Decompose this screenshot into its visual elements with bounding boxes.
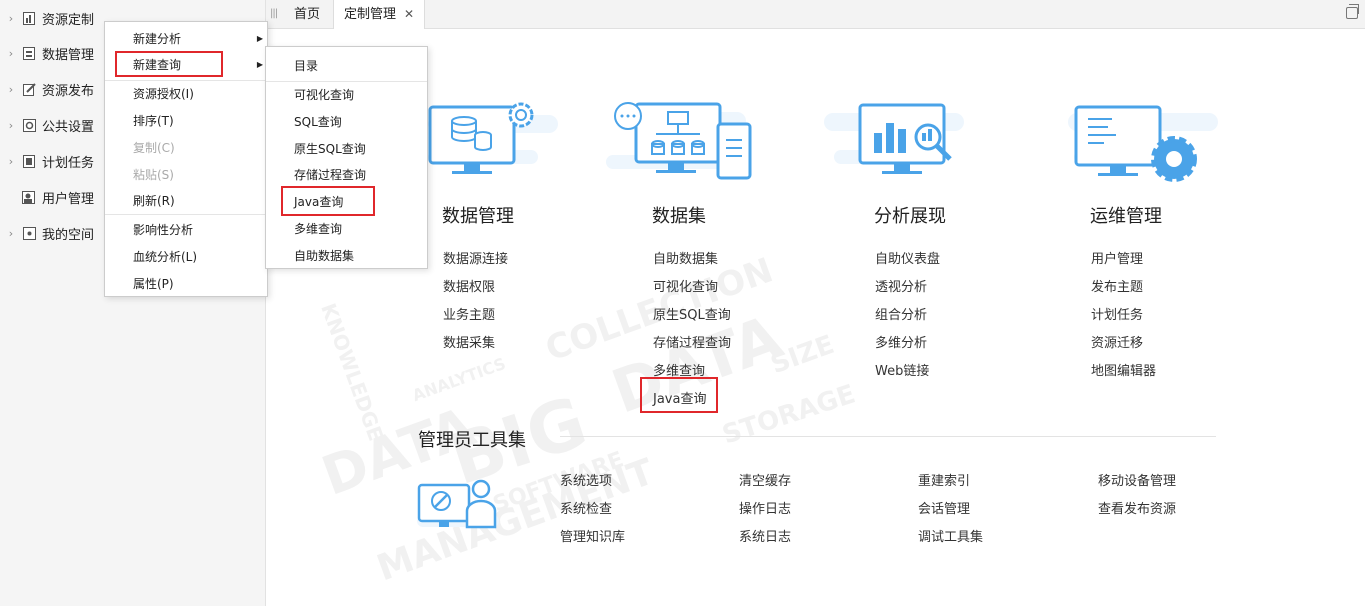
sidebar-item-label: 资源发布 (42, 83, 95, 99)
link-map-editor[interactable]: 地图编辑器 (1091, 360, 1156, 379)
background-watermark: DATA BIG DATA MANAGEMENT COLLECTION STOR… (313, 250, 860, 590)
section-divider (560, 436, 1216, 437)
sidebar-item-label: 计划任务 (42, 155, 95, 171)
tab-label: 定制管理 (344, 7, 397, 22)
card-title-dataset: 数据集 (652, 206, 706, 227)
chevron-right-icon: › (8, 82, 14, 96)
link-scheduled-task[interactable]: 计划任务 (1091, 304, 1143, 323)
submenu-arrow-icon: ▶ (256, 60, 263, 69)
menu-separator (105, 214, 267, 215)
analysis-display-illustration (824, 103, 964, 174)
highlight-box (281, 186, 375, 216)
submenu-item-self-service-dataset[interactable]: 自助数据集 (266, 243, 427, 270)
menu-item-sort[interactable]: 排序(T) (105, 108, 267, 135)
highlight-box (640, 377, 718, 413)
menu-item-label: 新建分析 (133, 32, 182, 46)
link-publish-theme[interactable]: 发布主题 (1091, 276, 1143, 295)
link-rebuild-index[interactable]: 重建索引 (918, 470, 970, 489)
link-session-management[interactable]: 会话管理 (918, 498, 970, 517)
task-icon (22, 154, 36, 168)
card-title-operations: 运维管理 (1090, 206, 1162, 227)
submenu-item-directory[interactable]: 目录 (266, 53, 427, 79)
report-icon (22, 11, 36, 25)
gear-icon (22, 118, 36, 132)
link-system-options[interactable]: 系统选项 (560, 470, 612, 489)
link-self-service-dataset[interactable]: 自助数据集 (653, 248, 718, 267)
tab-bar: ||| 首页 定制管理 ✕ (266, 0, 1365, 29)
link-mobile-device-management[interactable]: 移动设备管理 (1098, 470, 1176, 489)
admin-tools-illustration (417, 479, 499, 529)
link-native-sql-query[interactable]: 原生SQL查询 (653, 304, 731, 323)
restore-window-icon[interactable] (1346, 4, 1359, 19)
link-data-collection[interactable]: 数据采集 (443, 332, 495, 351)
tab-list-handle-icon[interactable]: ||| (270, 8, 278, 19)
menu-item-refresh[interactable]: 刷新(R) (105, 188, 267, 215)
chevron-right-icon: › (8, 46, 14, 60)
database-icon (22, 46, 36, 60)
menu-item-properties[interactable]: 属性(P) (105, 271, 267, 298)
link-visual-query[interactable]: 可视化查询 (653, 276, 718, 295)
chevron-right-icon: › (8, 11, 14, 25)
card-title-analysis-display: 分析展现 (874, 206, 946, 227)
menu-item-resource-authorization[interactable]: 资源授权(I) (105, 81, 267, 108)
admin-tools-title: 管理员工具集 (418, 430, 526, 451)
link-datasource-connection[interactable]: 数据源连接 (443, 248, 508, 267)
menu-item-copy[interactable]: 复制(C) (105, 135, 267, 162)
submenu-item-native-sql-query[interactable]: 原生SQL查询 (266, 136, 427, 163)
submenu-arrow-icon: ▶ (256, 34, 263, 43)
link-multidimensional-analysis[interactable]: 多维分析 (875, 332, 927, 351)
link-system-check[interactable]: 系统检查 (560, 498, 612, 517)
link-stored-procedure-query[interactable]: 存储过程查询 (653, 332, 731, 351)
menu-item-paste[interactable]: 粘贴(S) (105, 162, 267, 189)
link-debug-tools[interactable]: 调试工具集 (918, 526, 983, 545)
sidebar-item-label: 我的空间 (42, 227, 95, 243)
submenu-item-sql-query[interactable]: SQL查询 (266, 109, 427, 136)
link-pivot-analysis[interactable]: 透视分析 (875, 276, 927, 295)
link-data-permission[interactable]: 数据权限 (443, 276, 495, 295)
tab-custom-management[interactable]: 定制管理 ✕ (333, 0, 426, 29)
menu-item-new-analysis[interactable]: 新建分析 ▶ (105, 26, 267, 52)
chevron-right-icon: › (8, 226, 14, 240)
user-icon (22, 190, 36, 204)
sidebar-item-label: 公共设置 (42, 119, 95, 135)
dataset-illustration (606, 102, 752, 180)
highlight-box (115, 51, 223, 77)
submenu-item-multidimensional-query[interactable]: 多维查询 (266, 216, 427, 243)
link-clear-cache[interactable]: 清空缓存 (739, 470, 791, 489)
menu-item-lineage-analysis[interactable]: 血统分析(L) (105, 244, 267, 271)
card-title-data-management: 数据管理 (442, 206, 514, 227)
data-management-illustration (428, 102, 558, 174)
link-view-published-resources[interactable]: 查看发布资源 (1098, 498, 1176, 517)
sidebar-item-label: 资源定制 (42, 12, 95, 28)
tab-home[interactable]: 首页 (284, 0, 330, 29)
link-system-log[interactable]: 系统日志 (739, 526, 791, 545)
menu-item-impact-analysis[interactable]: 影响性分析 (105, 217, 267, 244)
sidebar-item-label: 用户管理 (42, 191, 95, 207)
operations-illustration (1068, 105, 1218, 182)
sidebar-item-label: 数据管理 (42, 47, 95, 63)
link-combined-analysis[interactable]: 组合分析 (875, 304, 927, 323)
link-user-management[interactable]: 用户管理 (1091, 248, 1143, 267)
submenu-item-stored-procedure-query[interactable]: 存储过程查询 (266, 162, 427, 189)
link-operation-log[interactable]: 操作日志 (739, 498, 791, 517)
link-self-service-dashboard[interactable]: 自助仪表盘 (875, 248, 940, 267)
edit-icon (22, 82, 36, 96)
chevron-right-icon: › (8, 154, 14, 168)
space-icon (22, 226, 36, 240)
submenu-new-query: 目录 可视化查询 SQL查询 原生SQL查询 存储过程查询 Java查询 多维查… (265, 46, 428, 269)
close-icon[interactable]: ✕ (404, 7, 414, 21)
link-resource-migration[interactable]: 资源迁移 (1091, 332, 1143, 351)
tab-label: 首页 (294, 7, 321, 22)
link-web-link[interactable]: Web链接 (875, 360, 929, 379)
submenu-item-visual-query[interactable]: 可视化查询 (266, 82, 427, 109)
chevron-right-icon: › (8, 118, 14, 132)
link-manage-knowledge-base[interactable]: 管理知识库 (560, 526, 625, 545)
link-business-theme[interactable]: 业务主题 (443, 304, 495, 323)
